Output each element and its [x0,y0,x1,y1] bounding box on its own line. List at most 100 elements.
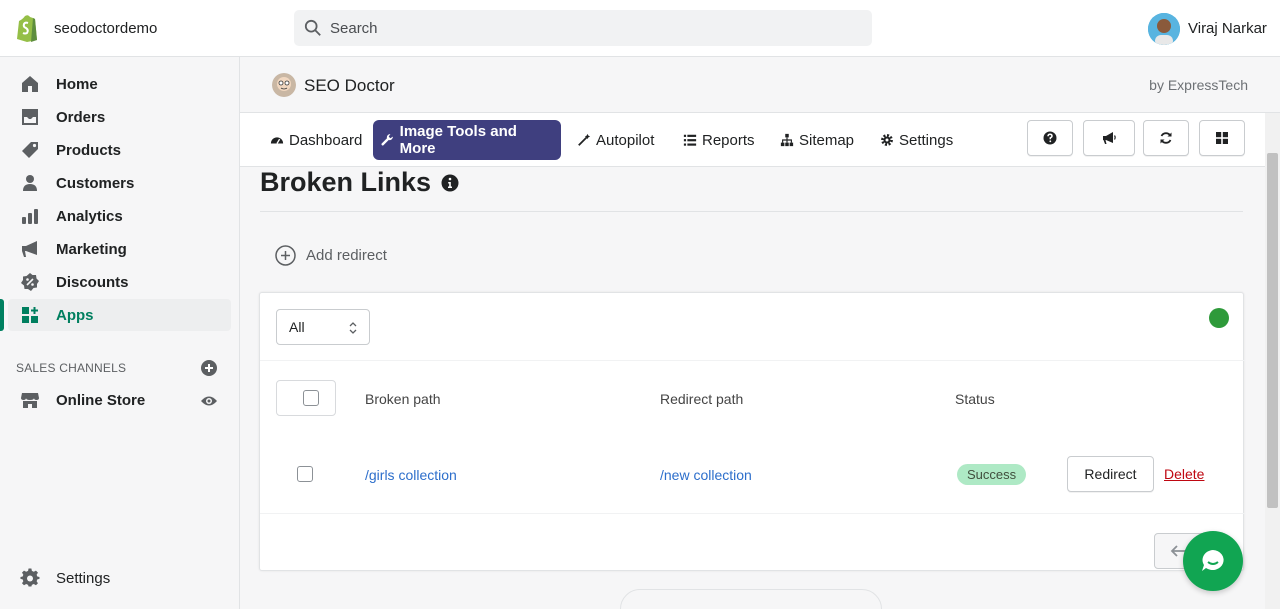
sidebar-item-home[interactable]: Home [8,68,231,100]
select-arrows-icon [349,322,357,334]
chat-bubble-icon [1202,550,1224,571]
user-name[interactable]: Viraj Narkar [1188,20,1267,37]
tab-image-tools[interactable]: Image Tools and More [373,120,561,160]
tab-sitemap[interactable]: Sitemap [772,120,862,160]
tab-label: Autopilot [596,131,655,149]
filter-value: All [289,319,305,335]
main-content: SEO Doctor by ExpressTech Dashboard Imag… [240,57,1280,609]
select-all-checkbox[interactable] [303,390,319,406]
app-tab-bar: Dashboard Image Tools and More Autopilot… [240,113,1280,167]
sales-channels-title: SALES CHANNELS [16,361,127,375]
column-header-broken-path[interactable]: Broken path [365,391,441,407]
bulk-select[interactable] [276,380,336,416]
row-checkbox[interactable] [297,466,313,482]
sidebar-item-label: Orders [56,109,106,126]
store-name[interactable]: seodoctordemo [54,20,157,37]
wrench-icon [381,134,393,146]
add-redirect-button[interactable]: Add redirect [275,245,387,266]
orders-icon [22,109,38,125]
plus-circle-icon [275,245,296,266]
shopify-logo-icon[interactable] [14,13,40,43]
tab-label: Reports [702,131,755,149]
add-channel-icon[interactable] [200,359,218,377]
apps-icon [22,307,38,323]
refresh-button[interactable] [1143,120,1189,156]
tab-settings[interactable]: Settings [872,120,961,160]
tab-label: Image Tools and More [399,123,517,157]
scrollbar-thumb[interactable] [1267,153,1278,508]
seo-doctor-logo-icon [272,73,296,97]
user-avatar-icon [1148,13,1180,45]
sidebar-item-marketing[interactable]: Marketing [8,233,231,265]
refresh-icon [1160,132,1172,144]
status-filter-select[interactable]: All [276,309,370,345]
broken-links-card: All Broken path Redirect path Status /gi… [259,292,1245,571]
column-header-redirect-path[interactable]: Redirect path [660,391,743,407]
question-icon [1043,131,1057,145]
tab-autopilot[interactable]: Autopilot [569,120,662,160]
sidebar-item-settings[interactable]: Settings [8,562,231,594]
tab-dashboard[interactable]: Dashboard [262,120,370,160]
top-bar: seodoctordemo Search Viraj Narkar [0,0,1280,57]
discount-icon [21,273,39,291]
sidebar-item-online-store[interactable]: Online Store [8,384,231,416]
sidebar-item-products[interactable]: Products [8,134,231,166]
sidebar-item-discounts[interactable]: Discounts [8,266,231,298]
tab-label: Settings [899,131,954,149]
search-placeholder: Search [330,20,378,37]
apps-grid-button[interactable] [1199,120,1245,156]
tab-reports[interactable]: Reports [675,120,763,160]
store-icon [21,393,39,408]
magic-wand-icon [578,133,591,146]
sidebar-item-analytics[interactable]: Analytics [8,200,231,232]
tab-label: Sitemap [799,131,855,149]
scrollbar[interactable] [1265,113,1280,609]
redirect-path-link[interactable]: /new collection [660,467,752,483]
person-icon [23,175,37,191]
column-header-status[interactable]: Status [955,391,995,407]
sidebar-item-label: Marketing [56,241,127,258]
sidebar: Home Orders Products Customers Analytics… [0,57,240,609]
sidebar-item-label: Online Store [56,392,146,409]
help-button[interactable] [1027,120,1073,156]
sidebar-item-customers[interactable]: Customers [8,167,231,199]
delete-link[interactable]: Delete [1164,466,1204,482]
dashboard-icon [270,137,284,144]
add-redirect-label: Add redirect [306,247,387,264]
search-icon [304,19,321,36]
home-icon [22,76,38,92]
sidebar-item-label: Apps [56,307,94,324]
card-divider [260,360,1245,361]
announcements-button[interactable] [1083,120,1135,156]
page-title-text: Broken Links [260,167,432,197]
status-badge: Success [957,464,1027,485]
sidebar-item-orders[interactable]: Orders [8,101,231,133]
avatar[interactable] [1148,13,1180,45]
gear-icon [20,568,40,587]
list-icon [683,134,697,146]
search-bar[interactable]: Search [294,10,872,46]
sidebar-item-label: Products [56,142,122,159]
app-title: SEO Doctor [304,76,395,95]
title-divider [260,211,1243,212]
sidebar-item-apps[interactable]: Apps [0,299,231,331]
sidebar-item-label: Settings [56,570,111,587]
broken-path-link[interactable]: /girls collection [365,467,457,483]
page-title: Broken Links [260,167,459,198]
tab-label: Dashboard [289,131,363,149]
megaphone-icon [22,241,37,257]
status-indicator [1209,308,1229,328]
sidebar-item-label: Analytics [56,208,123,225]
bar-chart-icon [22,209,38,224]
bullhorn-icon [1103,132,1116,144]
gear-icon [881,134,893,146]
eye-icon[interactable] [200,393,218,409]
app-author: by ExpressTech [1149,77,1248,93]
info-icon[interactable] [441,174,459,192]
tag-icon [22,142,38,158]
app-header: SEO Doctor by ExpressTech [240,57,1280,113]
chat-button[interactable] [1183,531,1243,591]
sidebar-item-label: Discounts [56,274,129,291]
sidebar-item-label: Customers [56,175,135,192]
redirect-button[interactable]: Redirect [1067,456,1154,492]
